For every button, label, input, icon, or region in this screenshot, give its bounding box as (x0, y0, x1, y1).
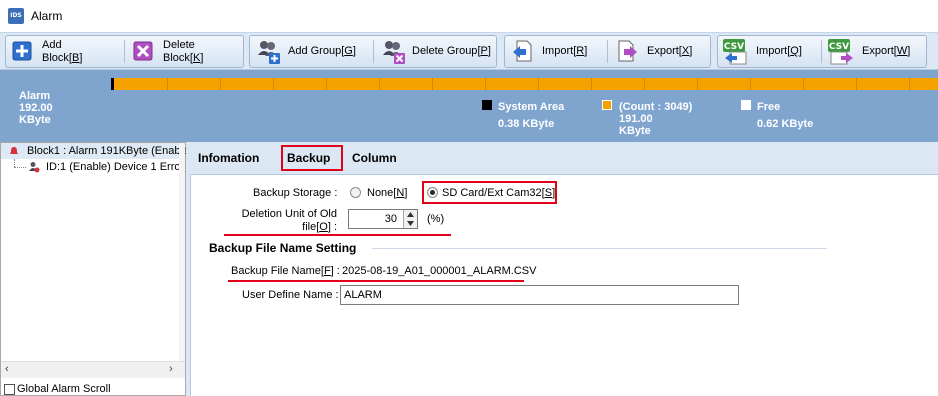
csv-export-icon: CSV (828, 39, 853, 65)
memory-bar-tick (326, 78, 327, 90)
add-block-label: Add (42, 39, 62, 51)
memory-bar-tick (909, 78, 910, 90)
storage-sd-card-radio[interactable] (427, 187, 438, 198)
window-title: Alarm (31, 9, 63, 23)
import-csv-button[interactable]: CSV Import[Q] (718, 36, 821, 67)
tab-column[interactable]: Column (352, 151, 397, 165)
user-define-label: User Define Name : (242, 289, 339, 301)
memory-total-label: Alarm 192.00 KByte (19, 90, 53, 126)
settings-panel: Infomation Backup Column Backup Storage … (186, 142, 938, 396)
delete-group-icon (383, 41, 405, 64)
memory-bar-tick (167, 78, 168, 90)
export-label: Export (647, 45, 679, 57)
memory-bar-tick (432, 78, 433, 90)
memory-bar-tick (273, 78, 274, 90)
memory-bar-tick (379, 78, 380, 90)
svg-text:CSV: CSV (829, 42, 849, 52)
memory-bar-tick (485, 78, 486, 90)
memory-bar-tick (220, 78, 221, 90)
import-icon (513, 40, 532, 62)
backup-filename-value: 2025-08-19_A01_000001_ALARM.CSV (342, 265, 537, 277)
alarm-count-swatch (602, 100, 612, 110)
import-button[interactable]: Import[R] (505, 36, 607, 67)
free-legend: Free 0.62 KByte (757, 101, 814, 130)
tree-item-device1[interactable]: ID:1 (Enable) Device 1 Error (1, 159, 184, 175)
storage-none-label[interactable]: None[N] (367, 187, 407, 199)
storage-sd-card-label[interactable]: SD Card/Ext Cam32[S] (442, 187, 555, 199)
tree-item-block1[interactable]: Block1 : Alarm 191KByte (Enable) (1, 143, 193, 159)
tab-bar: Infomation Backup Column (186, 142, 938, 174)
add-block-button[interactable]: Add Block[B] (6, 36, 124, 67)
import-label: Import (542, 45, 574, 57)
chevron-up-icon[interactable] (407, 212, 414, 217)
toolbar: Add Block[B] Delete Block[K] Add Group[G… (0, 32, 938, 70)
tree-vertical-scrollbar[interactable] (179, 143, 185, 361)
delete-block-label: Delete (163, 39, 195, 51)
global-alarm-scroll-label: Global Alarm Scroll (17, 383, 111, 395)
memory-usage-bar (111, 78, 938, 90)
memory-bar-tick (644, 78, 645, 90)
csv-import-icon: CSV (723, 39, 747, 65)
memory-bar-tick (697, 78, 698, 90)
export-csv-button[interactable]: CSV Export[W] (823, 36, 926, 67)
stepper-buttons[interactable] (403, 210, 417, 228)
app-icon: IDS (8, 8, 24, 24)
import-csv-label: Import (756, 45, 788, 57)
import-export-group: Import[R] Export[X] (504, 35, 711, 68)
backup-filename-label: Backup File Name[F] : (231, 265, 340, 277)
user-define-input[interactable]: ALARM (340, 285, 739, 305)
deletion-unit-value: 30 (384, 213, 397, 225)
add-group-icon (258, 41, 280, 64)
memory-usage-strip: Alarm 192.00 KByte System Area 0.38 KByt… (0, 70, 938, 142)
backup-tab-content: Backup Storage : None[N] SD Card/Ext Cam… (190, 174, 938, 396)
deletion-unit-suffix: (%) (427, 213, 445, 225)
toolbar-separator (373, 40, 374, 63)
tree-horizontal-scrollbar[interactable]: ‹ › (1, 361, 185, 378)
deletion-underline-highlight (224, 234, 451, 236)
add-group-button[interactable]: Add Group[G] (250, 36, 372, 67)
toolbar-separator (821, 40, 822, 63)
group-group: Add Group[G] Delete Group[P] (249, 35, 497, 68)
filename-underline-highlight (228, 280, 524, 282)
memory-bar-tick (856, 78, 857, 90)
scroll-left-icon[interactable]: ‹ (5, 363, 9, 375)
memory-bar-tick (538, 78, 539, 90)
toolbar-separator (607, 40, 608, 63)
delete-block-button[interactable]: Delete Block[K] (127, 36, 243, 67)
filename-section-title: Backup File Name Setting (209, 241, 357, 255)
delete-icon (133, 41, 153, 61)
alarm-bell-icon (10, 147, 18, 154)
export-button[interactable]: Export[X] (609, 36, 711, 67)
backup-tab-highlight (281, 145, 343, 171)
free-swatch (741, 100, 751, 110)
chevron-down-icon[interactable] (407, 221, 414, 226)
memory-bar-tick (591, 78, 592, 90)
add-icon (12, 41, 32, 61)
deletion-unit-label: Deletion Unit of Old file[O] : (241, 208, 337, 233)
scroll-right-icon[interactable]: › (169, 363, 173, 375)
deletion-unit-stepper[interactable]: 30 (348, 209, 418, 229)
alarm-count-legend: (Count : 3049) 191.00 KByte (619, 101, 693, 137)
export-csv-label: Export (862, 45, 894, 57)
alarm-tree: Block1 : Alarm 191KByte (Enable) ID:1 (E… (0, 142, 193, 396)
section-divider (372, 248, 827, 249)
backup-storage-label: Backup Storage : (253, 187, 338, 199)
memory-bar-tick (750, 78, 751, 90)
toolbar-separator (124, 40, 125, 63)
system-area-legend: System Area 0.38 KByte (498, 101, 565, 130)
delete-group-label: Delete Group (412, 45, 478, 57)
csv-group: CSV Import[Q] CSV Export[W] (717, 35, 927, 68)
export-icon (618, 40, 637, 62)
system-area-swatch (482, 100, 492, 110)
storage-none-radio[interactable] (350, 187, 361, 198)
tab-information[interactable]: Infomation (198, 151, 259, 165)
memory-bar-tick (803, 78, 804, 90)
global-alarm-scroll-checkbox[interactable] (4, 384, 15, 395)
device-icon (29, 162, 40, 173)
add-group-label: Add Group (288, 45, 342, 57)
svg-text:CSV: CSV (724, 42, 744, 52)
block-group: Add Block[B] Delete Block[K] (5, 35, 244, 68)
title-bar: IDS Alarm (0, 0, 938, 32)
delete-group-button[interactable]: Delete Group[P] (375, 36, 497, 67)
